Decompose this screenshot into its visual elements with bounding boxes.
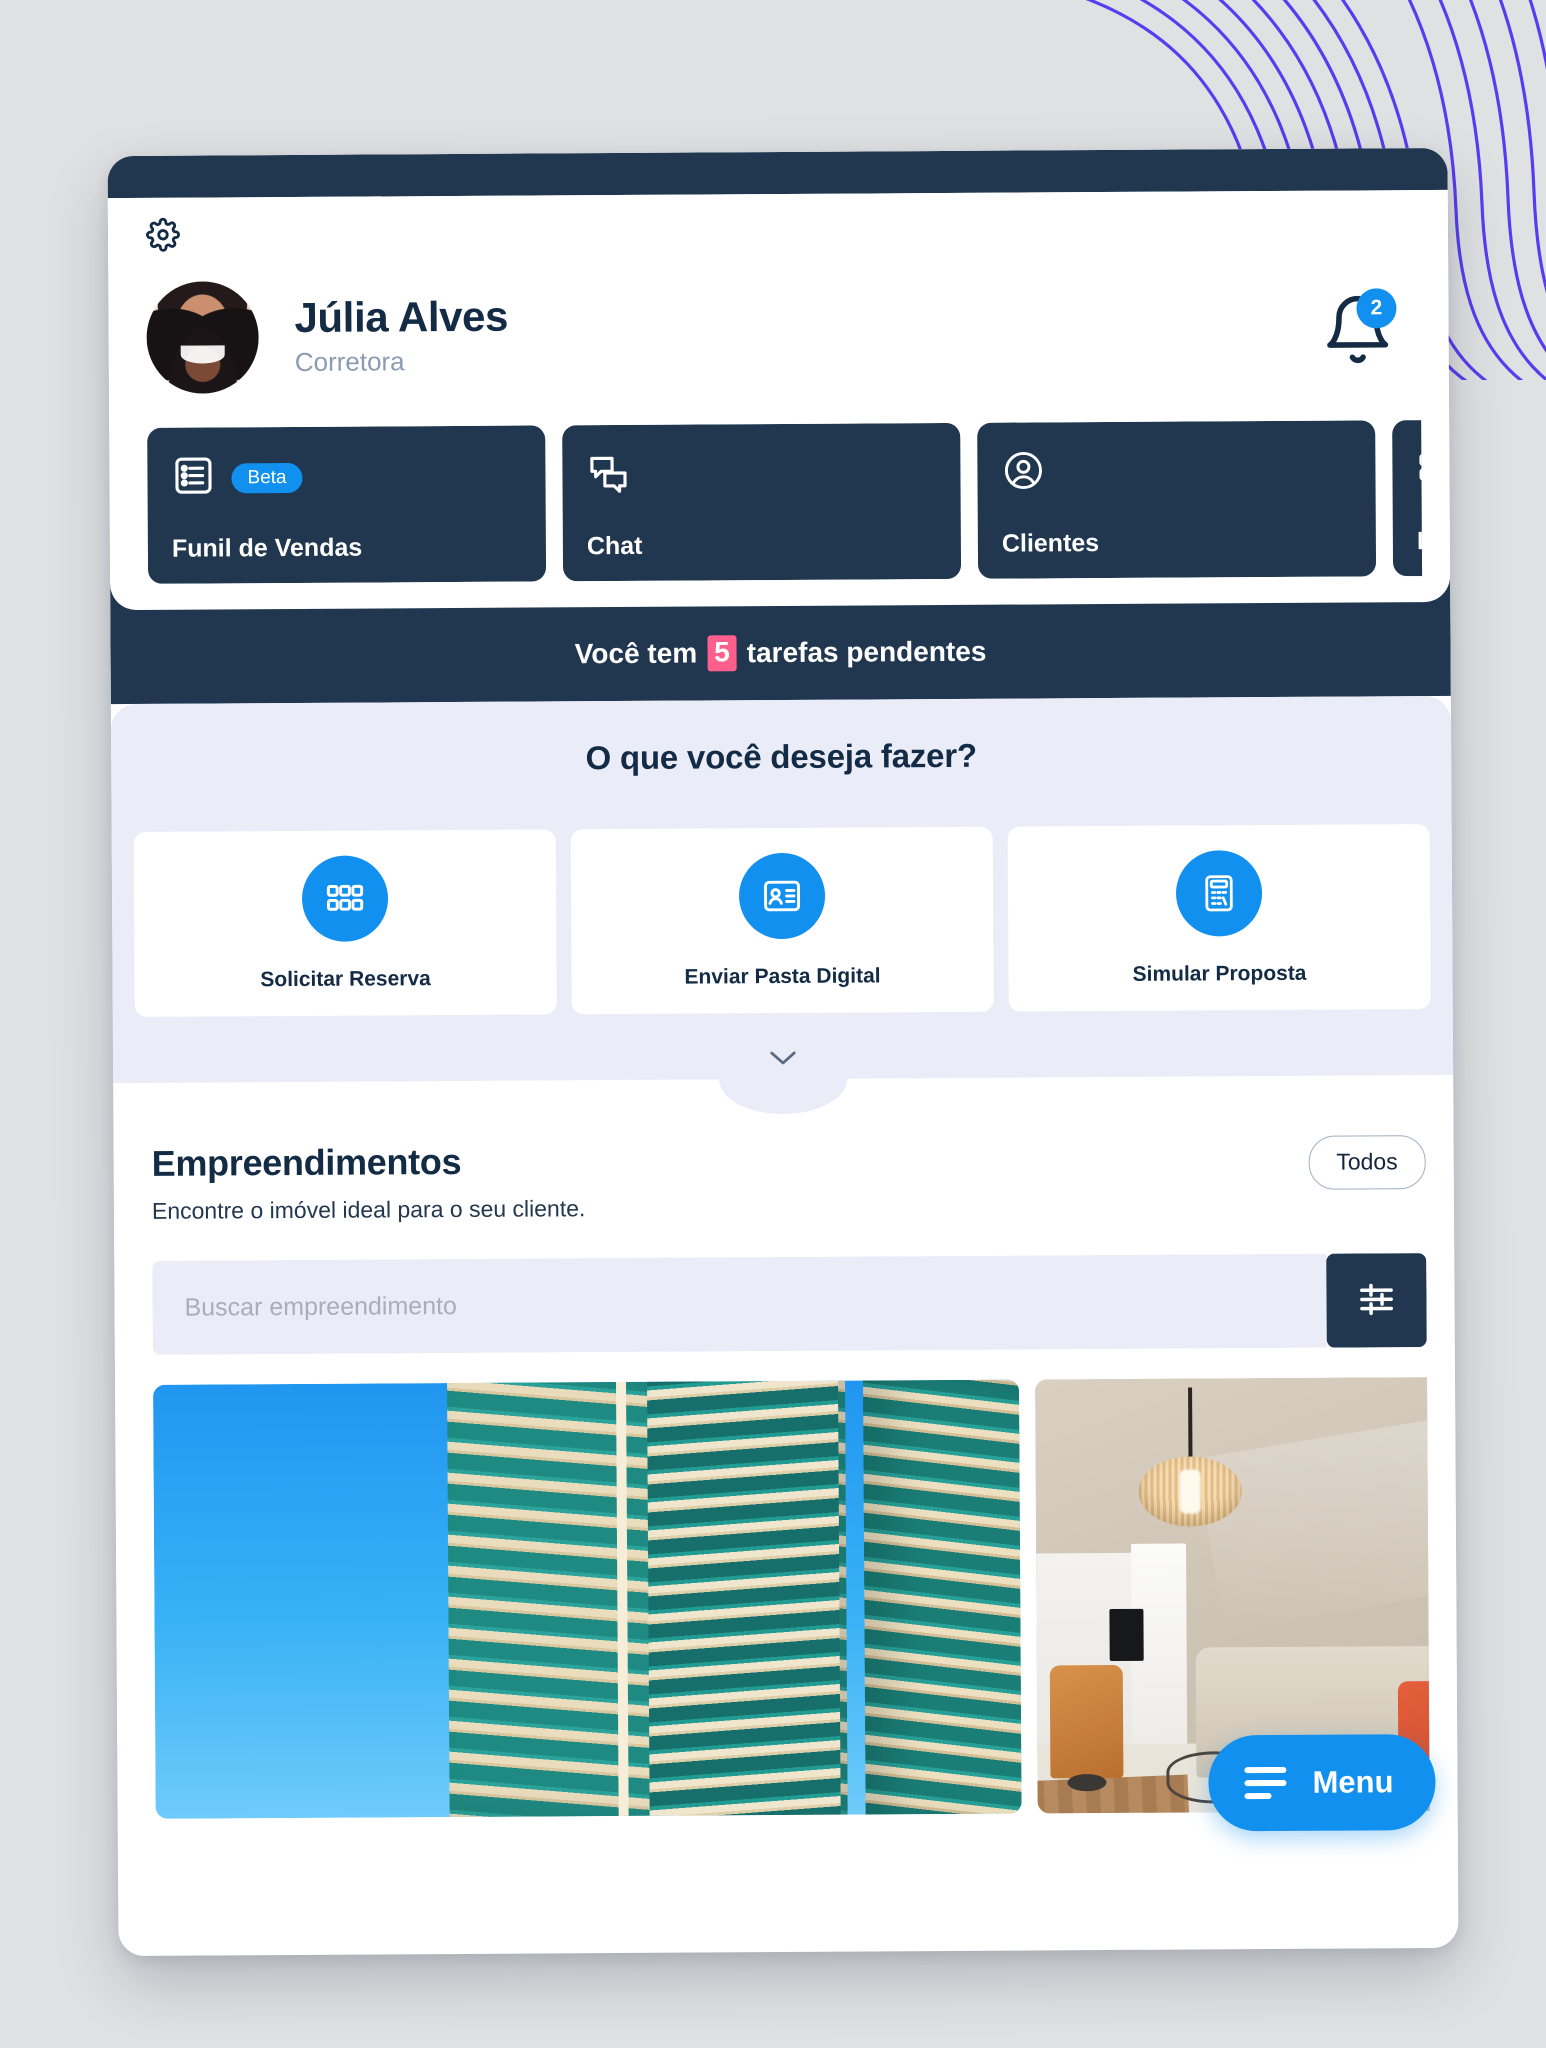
list-icon [171, 453, 215, 502]
action-card-label: Solicitar Reserva [260, 966, 431, 991]
nav-tile-label: Funil de Vendas [171, 533, 363, 563]
action-card-label: Enviar Pasta Digital [684, 963, 881, 989]
beta-badge: Beta [231, 462, 303, 493]
nav-tile-label: Clientes [1001, 529, 1100, 558]
avatar[interactable] [146, 281, 259, 394]
sliders-icon [1354, 1277, 1398, 1324]
search-input[interactable] [152, 1253, 1327, 1355]
profile-row: Júlia Alves Corretora 2 [136, 274, 1421, 394]
action-card-label: Simular Proposta [1132, 961, 1307, 986]
action-card-enviar-pasta-digital[interactable]: Enviar Pasta Digital [570, 826, 994, 1015]
empreendimentos-section: Empreendimentos Encontre o imóvel ideal … [113, 1074, 1458, 1850]
app-window: Júlia Alves Corretora 2 Beta Funil de Ve… [107, 147, 1459, 1957]
nav-tiles: Beta Funil de Vendas Chat Clientes Reser… [137, 420, 1423, 584]
property-card[interactable] [153, 1379, 1022, 1819]
tasks-suffix: tarefas pendentes [746, 635, 987, 669]
section-title: Empreendimentos [151, 1140, 462, 1184]
gear-icon[interactable] [146, 210, 1420, 252]
action-card-solicitar-reserva[interactable]: Solicitar Reserva [133, 829, 557, 1017]
chevron-down-icon [768, 1049, 798, 1072]
tasks-prefix: Você tem [574, 637, 698, 670]
expand-panel-toggle[interactable] [718, 1043, 848, 1115]
hamburger-icon [1244, 1766, 1287, 1800]
filter-settings-button[interactable] [1326, 1253, 1427, 1348]
nav-tile-label: Chat [586, 531, 643, 561]
quick-actions-title: O que você deseja fazer? [585, 736, 977, 777]
nav-tile-funil-de-vendas[interactable]: Beta Funil de Vendas [147, 425, 547, 584]
action-card-simular-proposta[interactable]: Simular Proposta [1007, 824, 1431, 1012]
residential-tower-photo [153, 1379, 1022, 1819]
menu-label: Menu [1312, 1764, 1394, 1800]
profile-role: Corretora [294, 346, 405, 378]
grid-icon [1416, 446, 1423, 495]
grid-icon [301, 854, 389, 942]
page-title: Júlia Alves [294, 292, 509, 341]
tasks-count-badge: 5 [707, 635, 737, 672]
search-row [152, 1253, 1427, 1355]
quick-actions-panel: O que você deseja fazer? Solicitar Reser… [110, 695, 1454, 1115]
nav-tile-chat[interactable]: Chat [562, 422, 962, 582]
calculator-icon [1175, 849, 1263, 937]
menu-floating-button[interactable]: Menu [1208, 1734, 1436, 1832]
notification-badge: 2 [1356, 288, 1397, 329]
notifications-button[interactable]: 2 [1320, 288, 1397, 366]
nav-tile-clientes[interactable]: Clientes [977, 420, 1377, 579]
section-subtitle: Encontre o imóvel ideal para o seu clien… [151, 1195, 586, 1224]
id-card-icon [738, 852, 826, 939]
nav-tile-reservas[interactable]: Reserv [1392, 420, 1423, 577]
header-card: Júlia Alves Corretora 2 Beta Funil de Ve… [107, 189, 1451, 611]
nav-tile-label: Reserv [1416, 526, 1423, 556]
chat-bubbles-icon [586, 451, 630, 500]
filter-all-button[interactable]: Todos [1308, 1135, 1426, 1190]
user-circle-icon [1001, 448, 1045, 497]
